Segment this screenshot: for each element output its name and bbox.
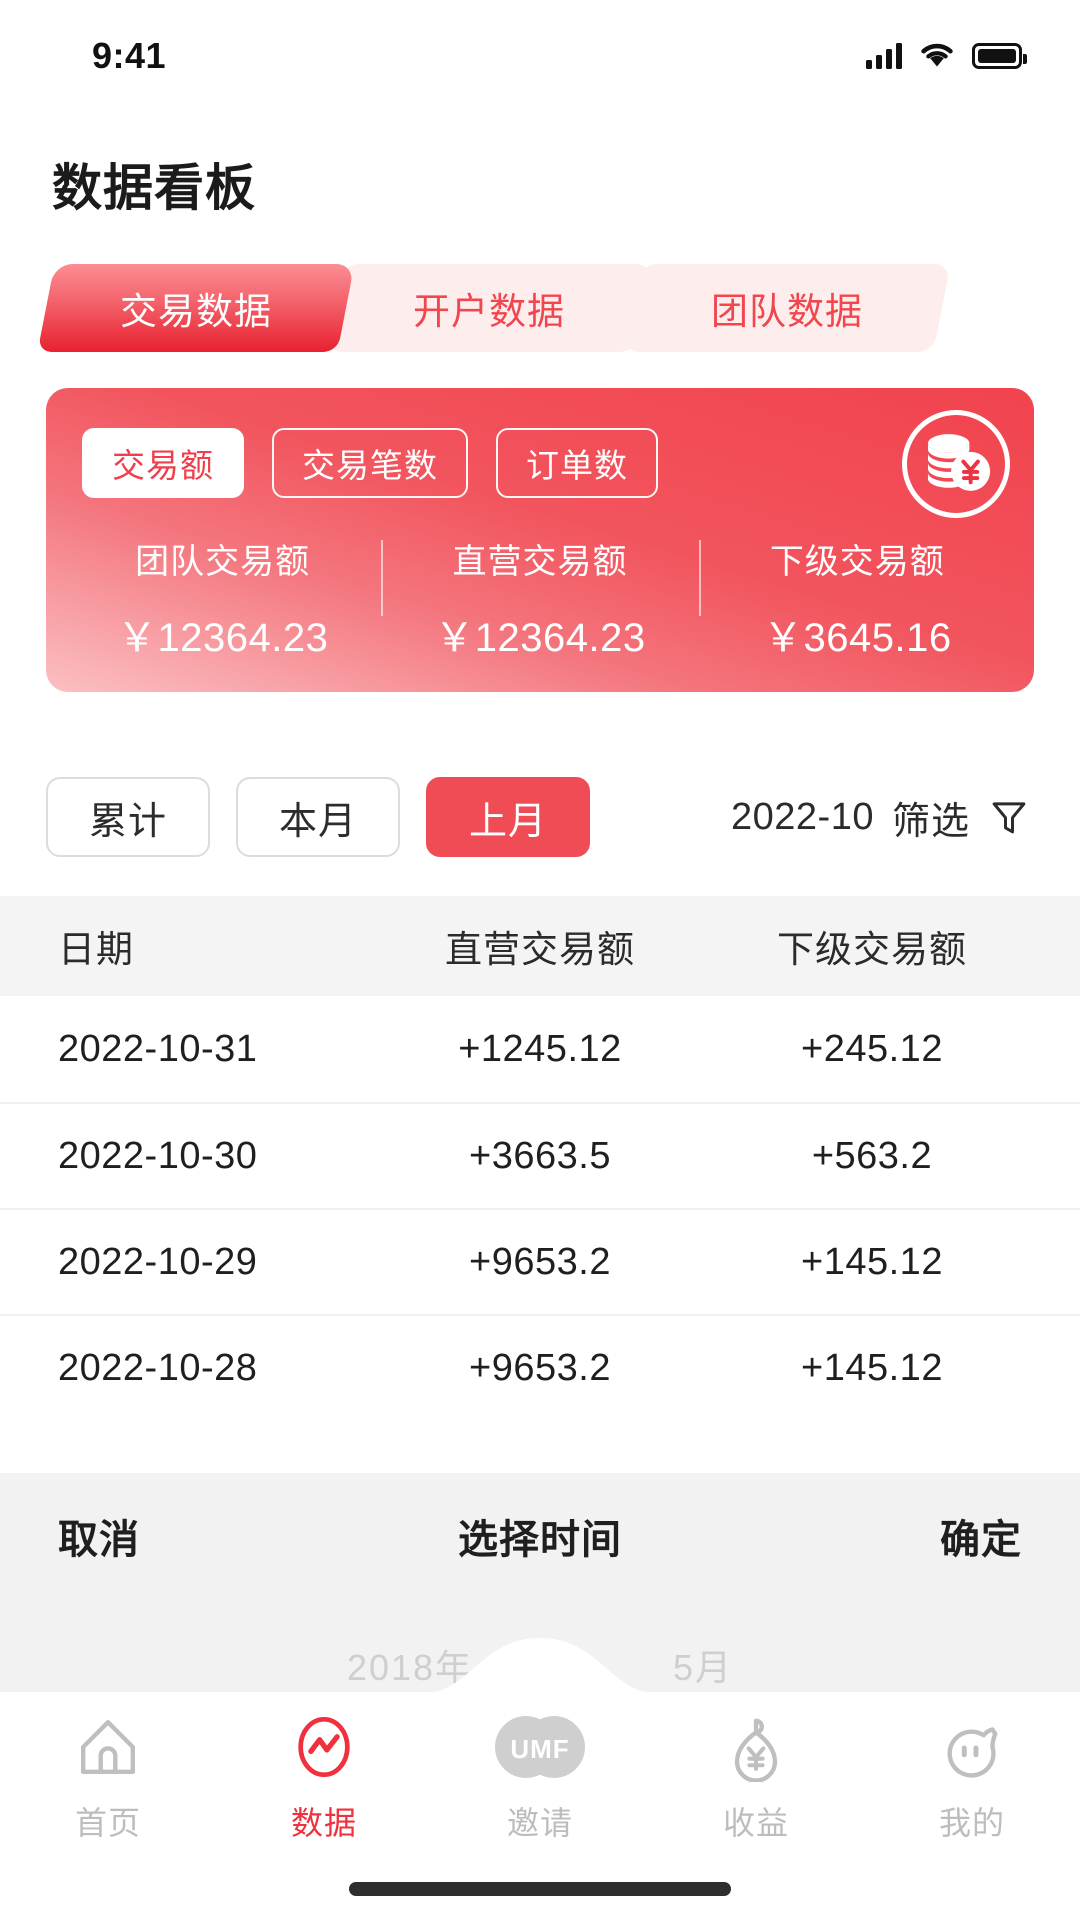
tab-label: 开户数据	[413, 291, 565, 332]
umf-logo-icon: UMF	[488, 1710, 592, 1784]
column-header-sub: 下级交易额	[777, 929, 967, 970]
stat-value: ￥12364.23	[116, 616, 329, 660]
data-category-tabs: 交易数据 开户数据 团队数据	[37, 264, 1046, 352]
cell-date: 2022-10-28	[58, 1346, 258, 1389]
column-header-direct: 直营交易额	[445, 929, 635, 970]
table-row[interactable]: 2022-10-30 +3663.5 +563.2	[0, 1102, 1080, 1208]
stat-value: ￥12364.23	[434, 616, 646, 660]
stat-label: 下级交易额	[769, 543, 945, 581]
stat-team-amount: 团队交易额 ￥12364.23	[64, 534, 381, 663]
cell-sub: +563.2	[811, 1134, 933, 1177]
chip-this-month[interactable]: 本月	[236, 777, 400, 857]
period-filter-row: 累计 本月 上月 2022-10 筛选	[46, 776, 1034, 858]
cellular-signal-icon	[866, 43, 902, 69]
battery-icon	[972, 43, 1027, 69]
cell-sub: +245.12	[801, 1027, 943, 1070]
cell-date: 2022-10-29	[58, 1240, 258, 1283]
home-icon	[73, 1710, 143, 1784]
svg-text:UMF: UMF	[510, 1734, 569, 1764]
tab-bar-label: 首页	[74, 1805, 141, 1841]
cell-direct: +3663.5	[469, 1134, 611, 1177]
stat-direct-amount: 直营交易额 ￥12364.23	[381, 534, 698, 663]
status-bar: 9:41	[0, 0, 1080, 112]
cell-direct: +9653.2	[469, 1346, 611, 1389]
status-bar-icons	[866, 40, 1027, 73]
tab-bar-label: 数据	[290, 1805, 357, 1841]
table-row[interactable]: 2022-10-28 +9653.2 +145.12	[0, 1314, 1080, 1420]
table-row[interactable]: 2022-10-31 +1245.12 +245.12	[0, 996, 1080, 1102]
status-bar-time: 9:41	[92, 35, 167, 76]
tab-bar-item-income[interactable]: 收益	[648, 1710, 864, 1844]
tab-transaction-data[interactable]: 交易数据	[37, 264, 355, 352]
funnel-icon[interactable]	[988, 796, 1030, 838]
date-picker-wheels: 2018年 5月	[0, 1599, 1080, 1691]
month-wheel-value[interactable]: 5月	[673, 1639, 733, 1691]
filter-label: 筛选	[891, 800, 970, 843]
date-picker-title: 选择时间	[458, 1518, 622, 1562]
tab-team-data[interactable]: 团队数据	[623, 264, 951, 352]
tab-label: 团队数据	[711, 291, 863, 332]
stat-value: ￥3645.16	[763, 616, 952, 660]
tab-bar-items: 首页 数据 UMF 邀请 收益 我的	[0, 1692, 1080, 1868]
money-bag-yuan-icon	[721, 1710, 791, 1784]
year-wheel-value[interactable]: 2018年	[347, 1639, 473, 1691]
cancel-button[interactable]: 取消	[58, 1507, 140, 1565]
stat-label: 团队交易额	[135, 543, 311, 581]
chip-cumulative[interactable]: 累计	[46, 777, 210, 857]
metric-segment-group: 交易额 交易笔数 订单数	[46, 388, 1034, 498]
selected-month-label: 2022-10	[731, 795, 874, 838]
tab-bar-label: 我的	[938, 1805, 1005, 1841]
cell-date: 2022-10-30	[58, 1134, 258, 1177]
stat-label: 直营交易额	[452, 543, 628, 581]
date-picker-header: 取消 选择时间 确定	[0, 1473, 1080, 1599]
column-header-date: 日期	[58, 929, 134, 970]
home-indicator	[349, 1882, 731, 1896]
piggy-face-icon	[937, 1710, 1007, 1784]
cell-date: 2022-10-31	[58, 1027, 258, 1070]
chip-last-month[interactable]: 上月	[426, 777, 590, 857]
segment-transaction-amount[interactable]: 交易额	[82, 428, 244, 498]
tab-bar-label: 邀请	[506, 1805, 573, 1841]
bottom-tab-bar: 首页 数据 UMF 邀请 收益 我的	[0, 1638, 1080, 1920]
tab-bar-label: 收益	[722, 1805, 789, 1841]
cell-sub: +145.12	[801, 1346, 943, 1389]
tab-bar-item-invite[interactable]: UMF 邀请	[432, 1710, 648, 1844]
segment-order-count[interactable]: 订单数	[496, 428, 658, 498]
tab-account-data[interactable]: 开户数据	[325, 264, 653, 352]
chart-circle-icon	[289, 1710, 359, 1784]
cell-direct: +9653.2	[469, 1240, 611, 1283]
tab-label: 交易数据	[120, 291, 272, 332]
segment-transaction-count[interactable]: 交易笔数	[272, 428, 468, 498]
table-header-row: 日期 直营交易额 下级交易额	[0, 896, 1080, 996]
coin-stack-yuan-icon	[902, 410, 1010, 518]
page-title: 数据看板	[52, 160, 256, 216]
wifi-icon	[918, 40, 956, 73]
confirm-button[interactable]: 确定	[940, 1507, 1022, 1565]
stat-sub-amount: 下级交易额 ￥3645.16	[698, 534, 1016, 663]
tab-bar-item-home[interactable]: 首页	[0, 1710, 216, 1844]
cell-sub: +145.12	[801, 1240, 943, 1283]
table-row[interactable]: 2022-10-29 +9653.2 +145.12	[0, 1208, 1080, 1314]
transaction-table: 日期 直营交易额 下级交易额 2022-10-31 +1245.12 +245.…	[0, 896, 1080, 1420]
month-filter-control[interactable]: 2022-10 筛选	[731, 790, 1034, 845]
tab-bar-item-mine[interactable]: 我的	[864, 1710, 1080, 1844]
tab-bar-item-data[interactable]: 数据	[216, 1710, 432, 1844]
cell-direct: +1245.12	[458, 1027, 622, 1070]
summary-stats: 团队交易额 ￥12364.23 直营交易额 ￥12364.23 下级交易额 ￥3…	[46, 534, 1034, 663]
summary-card: 交易额 交易笔数 订单数 团队交易额 ￥12364.23 直营交易额 ￥1236…	[46, 388, 1034, 692]
